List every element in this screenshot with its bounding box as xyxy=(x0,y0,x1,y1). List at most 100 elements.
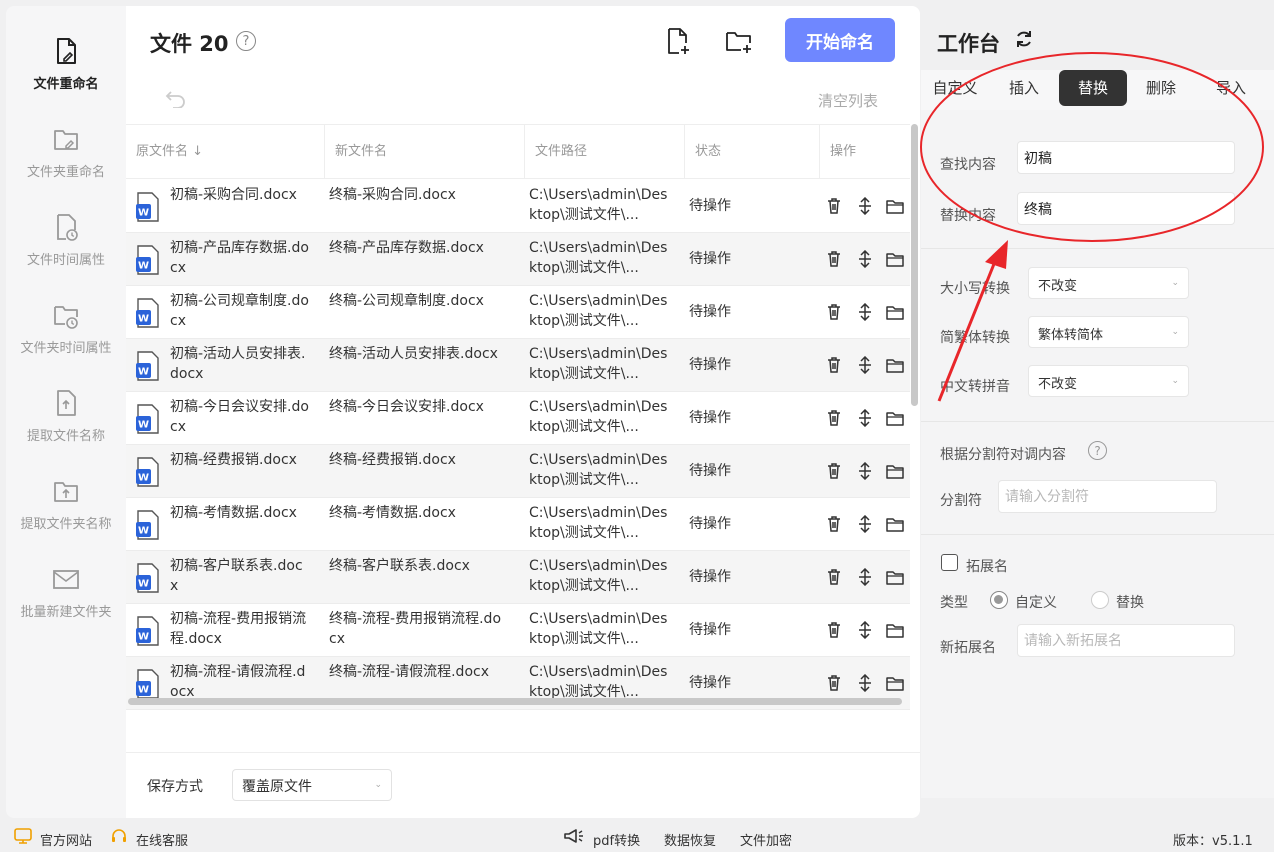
clear-list-button[interactable]: 清空列表 xyxy=(818,90,878,111)
file-path-cell: C:\Users\admin\Desktop\测试文件\... xyxy=(529,187,668,223)
table-row[interactable]: W 初稿-客户联系表.docx 终稿-客户联系表.docx C:\Users\admi… xyxy=(126,551,910,604)
pinyin-label: 中文转拼音 xyxy=(940,379,1010,395)
word-doc-icon: W xyxy=(136,192,159,222)
tab-import[interactable]: 导入 xyxy=(1203,70,1259,106)
tab-delete[interactable]: 删除 xyxy=(1133,70,1189,106)
chevron-down-icon: ⌄ xyxy=(1171,327,1179,337)
chevron-down-icon: ⌄ xyxy=(374,780,382,790)
horizontal-scrollbar[interactable] xyxy=(128,698,902,705)
new-name-cell: 终稿-产品库存数据.docx xyxy=(329,240,484,256)
trash-icon[interactable] xyxy=(825,409,843,427)
tab-custom[interactable]: 自定义 xyxy=(927,70,983,106)
megaphone-icon xyxy=(564,829,583,843)
start-rename-button[interactable]: 开始命名 xyxy=(785,18,895,62)
folder-open-icon[interactable] xyxy=(886,303,904,321)
sidebar-item-folder-time[interactable]: 文件夹时间属性 xyxy=(6,300,126,380)
move-icon[interactable] xyxy=(856,250,874,268)
move-icon[interactable] xyxy=(856,674,874,692)
vertical-scrollbar[interactable] xyxy=(911,124,918,406)
table-row[interactable]: W 初稿-产品库存数据.docx 终稿-产品库存数据.docx C:\Users\ad… xyxy=(126,233,910,286)
sidebar-item-file-time[interactable]: 文件时间属性 xyxy=(6,212,126,292)
original-name-cell: 初稿-公司规章制度.docx xyxy=(170,293,309,329)
add-file-icon[interactable] xyxy=(662,26,692,56)
folder-open-icon[interactable] xyxy=(886,621,904,639)
refresh-icon[interactable] xyxy=(1013,28,1035,50)
table-row[interactable]: W 初稿-活动人员安排表.docx 终稿-活动人员安排表.docx C:\Users\… xyxy=(126,339,910,392)
svg-text:W: W xyxy=(138,261,149,272)
folder-open-icon[interactable] xyxy=(886,250,904,268)
table-header: 原文件名 ↓ 新文件名 文件路径 状态 操作 xyxy=(126,124,910,179)
table-row[interactable]: W 初稿-今日会议安排.docx 终稿-今日会议安排.docx C:\Users\ad… xyxy=(126,392,910,445)
data-recovery-link[interactable]: 数据恢复 xyxy=(664,830,716,849)
new-folder-batch-icon xyxy=(53,570,79,589)
folder-open-icon[interactable] xyxy=(886,356,904,374)
folder-open-icon[interactable] xyxy=(886,197,904,215)
website-link[interactable]: 官方网站 xyxy=(40,830,92,849)
case-convert-value: 不改变 xyxy=(1038,279,1078,294)
add-folder-icon[interactable] xyxy=(724,26,754,56)
replace-form: 查找内容 替换内容 大小写转换 不改变 ⌄ 简繁体转换 繁体转简体 ⌄ 中文转拼… xyxy=(921,110,1274,798)
original-name-cell: 初稿-经费报销.docx xyxy=(170,452,297,468)
case-convert-select[interactable]: 不改变 ⌄ xyxy=(1028,267,1189,299)
folder-open-icon[interactable] xyxy=(886,674,904,692)
type-replace-radio[interactable] xyxy=(1091,591,1109,609)
move-icon[interactable] xyxy=(856,303,874,321)
sidebar-item-label: 文件夹重命名 xyxy=(26,165,105,180)
pdf-convert-link[interactable]: pdf转换 xyxy=(593,830,640,849)
tab-replace[interactable]: 替换 xyxy=(1059,70,1127,106)
help-icon[interactable]: ? xyxy=(1088,441,1107,460)
trash-icon[interactable] xyxy=(825,568,843,586)
table-row[interactable]: W 初稿-公司规章制度.docx 终稿-公司规章制度.docx C:\Users\ad… xyxy=(126,286,910,339)
svg-text:W: W xyxy=(138,208,149,219)
file-encrypt-link[interactable]: 文件加密 xyxy=(740,830,792,849)
table-row[interactable]: W 初稿-考情数据.docx 终稿-考情数据.docx C:\Users\admin\… xyxy=(126,498,910,551)
folder-open-icon[interactable] xyxy=(886,462,904,480)
sidebar-item-file-rename[interactable]: 文件重命名 xyxy=(6,36,126,116)
move-icon[interactable] xyxy=(856,409,874,427)
find-input[interactable] xyxy=(1017,141,1235,174)
table-row[interactable]: W 初稿-采购合同.docx 终稿-采购合同.docx C:\Users\admin\… xyxy=(126,180,910,233)
trash-icon[interactable] xyxy=(825,462,843,480)
move-icon[interactable] xyxy=(856,515,874,533)
sidebar-item-extract-file-names[interactable]: 提取文件名称 xyxy=(6,388,126,468)
support-link[interactable]: 在线客服 xyxy=(136,830,188,849)
trash-icon[interactable] xyxy=(825,356,843,374)
divider xyxy=(921,248,1274,249)
type-custom-radio[interactable] xyxy=(990,591,1008,609)
sidebar-item-extract-folder-names[interactable]: 提取文件夹名称 xyxy=(6,476,126,556)
column-original-name[interactable]: 原文件名 ↓ xyxy=(126,125,325,178)
folder-open-icon[interactable] xyxy=(886,515,904,533)
undo-icon[interactable] xyxy=(164,88,188,108)
tab-insert[interactable]: 插入 xyxy=(997,70,1051,106)
move-icon[interactable] xyxy=(856,356,874,374)
folder-open-icon[interactable] xyxy=(886,409,904,427)
sidebar-item-folder-rename[interactable]: 文件夹重命名 xyxy=(6,124,126,204)
save-mode-select[interactable]: 覆盖原文件 ⌄ xyxy=(232,769,392,801)
replace-input[interactable] xyxy=(1017,192,1235,225)
new-name-cell: 终稿-今日会议安排.docx xyxy=(329,399,484,415)
trash-icon[interactable] xyxy=(825,197,843,215)
move-icon[interactable] xyxy=(856,462,874,480)
trash-icon[interactable] xyxy=(825,515,843,533)
save-mode-value: 覆盖原文件 xyxy=(242,779,312,795)
move-icon[interactable] xyxy=(856,568,874,586)
pinyin-select[interactable]: 不改变 ⌄ xyxy=(1028,365,1189,397)
trash-icon[interactable] xyxy=(825,674,843,692)
folder-open-icon[interactable] xyxy=(886,568,904,586)
headset-icon xyxy=(112,829,126,842)
move-icon[interactable] xyxy=(856,621,874,639)
original-name-cell: 初稿-考情数据.docx xyxy=(170,505,297,521)
trash-icon[interactable] xyxy=(825,303,843,321)
move-icon[interactable] xyxy=(856,197,874,215)
status-cell: 待操作 xyxy=(689,463,731,479)
trad-simp-select[interactable]: 繁体转简体 ⌄ xyxy=(1028,316,1189,348)
help-icon[interactable]: ? xyxy=(236,31,256,51)
sidebar-item-batch-new-folder[interactable]: 批量新建文件夹 xyxy=(6,564,126,644)
trash-icon[interactable] xyxy=(825,621,843,639)
separator-input[interactable] xyxy=(998,480,1217,513)
new-extension-input[interactable] xyxy=(1017,624,1235,657)
trash-icon[interactable] xyxy=(825,250,843,268)
table-row[interactable]: W 初稿-流程-费用报销流程.docx 终稿-流程-费用报销流程.docx C:\Us… xyxy=(126,604,910,657)
extension-checkbox[interactable] xyxy=(941,554,958,571)
table-row[interactable]: W 初稿-经费报销.docx 终稿-经费报销.docx C:\Users\admin\… xyxy=(126,445,910,498)
